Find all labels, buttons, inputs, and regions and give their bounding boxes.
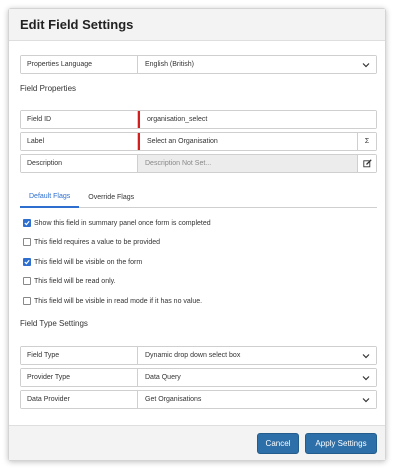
checkbox-checked[interactable] bbox=[23, 258, 31, 266]
provider-type-row: Provider Type Data Query bbox=[20, 368, 377, 387]
dialog-header: Edit Field Settings bbox=[9, 9, 385, 41]
tab-default-flags[interactable]: Default Flags bbox=[20, 186, 80, 208]
chevron-down-icon bbox=[362, 354, 370, 359]
flag-label: Show this field in summary panel once fo… bbox=[34, 219, 211, 227]
flag-label: This field requires a value to be provid… bbox=[34, 238, 161, 246]
field-type-settings-heading: Field Type Settings bbox=[20, 319, 88, 328]
description-placeholder: Description Not Set... bbox=[145, 160, 212, 167]
description-row: Description Description Not Set... bbox=[20, 154, 377, 173]
chevron-down-icon bbox=[362, 376, 370, 381]
flag-summary-panel[interactable]: Show this field in summary panel once fo… bbox=[23, 218, 211, 228]
flag-visible[interactable]: This field will be visible on the form bbox=[23, 257, 142, 267]
label-row: Label Select an Organisation Σ bbox=[20, 132, 377, 151]
chevron-down-icon bbox=[362, 398, 370, 403]
data-provider-row: Data Provider Get Organisations bbox=[20, 390, 377, 409]
checkbox-unchecked[interactable] bbox=[23, 297, 31, 305]
label-input[interactable]: Select an Organisation bbox=[138, 133, 357, 150]
properties-language-row: Properties Language English (British) bbox=[20, 55, 377, 74]
provider-type-value: Data Query bbox=[145, 374, 181, 381]
chevron-down-icon bbox=[362, 63, 370, 68]
data-provider-label: Data Provider bbox=[21, 391, 138, 408]
field-properties-heading: Field Properties bbox=[20, 84, 77, 93]
data-provider-value: Get Organisations bbox=[145, 396, 202, 403]
edit-field-settings-dialog: Edit Field Settings Properties Language … bbox=[8, 8, 386, 461]
apply-settings-button[interactable]: Apply Settings bbox=[305, 433, 377, 454]
sigma-icon: Σ bbox=[364, 138, 370, 145]
field-id-input[interactable]: organisation_select bbox=[138, 111, 376, 128]
label-label: Label bbox=[21, 133, 138, 150]
data-provider-select[interactable]: Get Organisations bbox=[138, 391, 376, 408]
checkbox-checked[interactable] bbox=[23, 219, 31, 227]
field-id-row: Field ID organisation_select bbox=[20, 110, 377, 129]
check-icon bbox=[24, 220, 30, 226]
sigma-button[interactable]: Σ bbox=[357, 133, 376, 150]
description-label: Description bbox=[21, 155, 138, 172]
flag-label: This field will be visible on the form bbox=[34, 258, 143, 266]
field-type-label: Field Type bbox=[21, 347, 138, 364]
properties-language-value: English (British) bbox=[145, 61, 195, 68]
flag-read-only[interactable]: This field will be read only. bbox=[23, 276, 116, 286]
flag-required[interactable]: This field requires a value to be provid… bbox=[23, 237, 160, 247]
checkbox-unchecked[interactable] bbox=[23, 238, 31, 246]
check-icon bbox=[24, 259, 30, 265]
provider-type-label: Provider Type bbox=[21, 369, 138, 386]
provider-type-select[interactable]: Data Query bbox=[138, 369, 376, 386]
flag-label: This field will be read only. bbox=[34, 277, 116, 285]
flags-tabs: Default Flags Override Flags bbox=[20, 186, 377, 208]
edit-description-button[interactable] bbox=[357, 155, 376, 172]
flag-label: This field will be visible in read mode … bbox=[34, 297, 203, 305]
checkbox-unchecked[interactable] bbox=[23, 277, 31, 285]
field-id-value: organisation_select bbox=[147, 116, 208, 123]
flag-visible-read-mode[interactable]: This field will be visible in read mode … bbox=[23, 296, 202, 306]
properties-language-select[interactable]: English (British) bbox=[138, 56, 376, 73]
field-type-value: Dynamic drop down select box bbox=[145, 352, 241, 359]
label-value: Select an Organisation bbox=[147, 138, 218, 145]
cancel-button[interactable]: Cancel bbox=[257, 433, 299, 454]
field-type-select[interactable]: Dynamic drop down select box bbox=[138, 347, 376, 364]
description-input: Description Not Set... bbox=[138, 155, 357, 172]
dialog-footer: Cancel Apply Settings bbox=[9, 425, 385, 460]
tab-override-flags[interactable]: Override Flags bbox=[79, 186, 143, 208]
field-type-row: Field Type Dynamic drop down select box bbox=[20, 346, 377, 365]
properties-language-label: Properties Language bbox=[21, 56, 138, 73]
edit-icon bbox=[362, 159, 372, 168]
field-id-label: Field ID bbox=[21, 111, 138, 128]
dialog-title: Edit Field Settings bbox=[20, 17, 134, 32]
